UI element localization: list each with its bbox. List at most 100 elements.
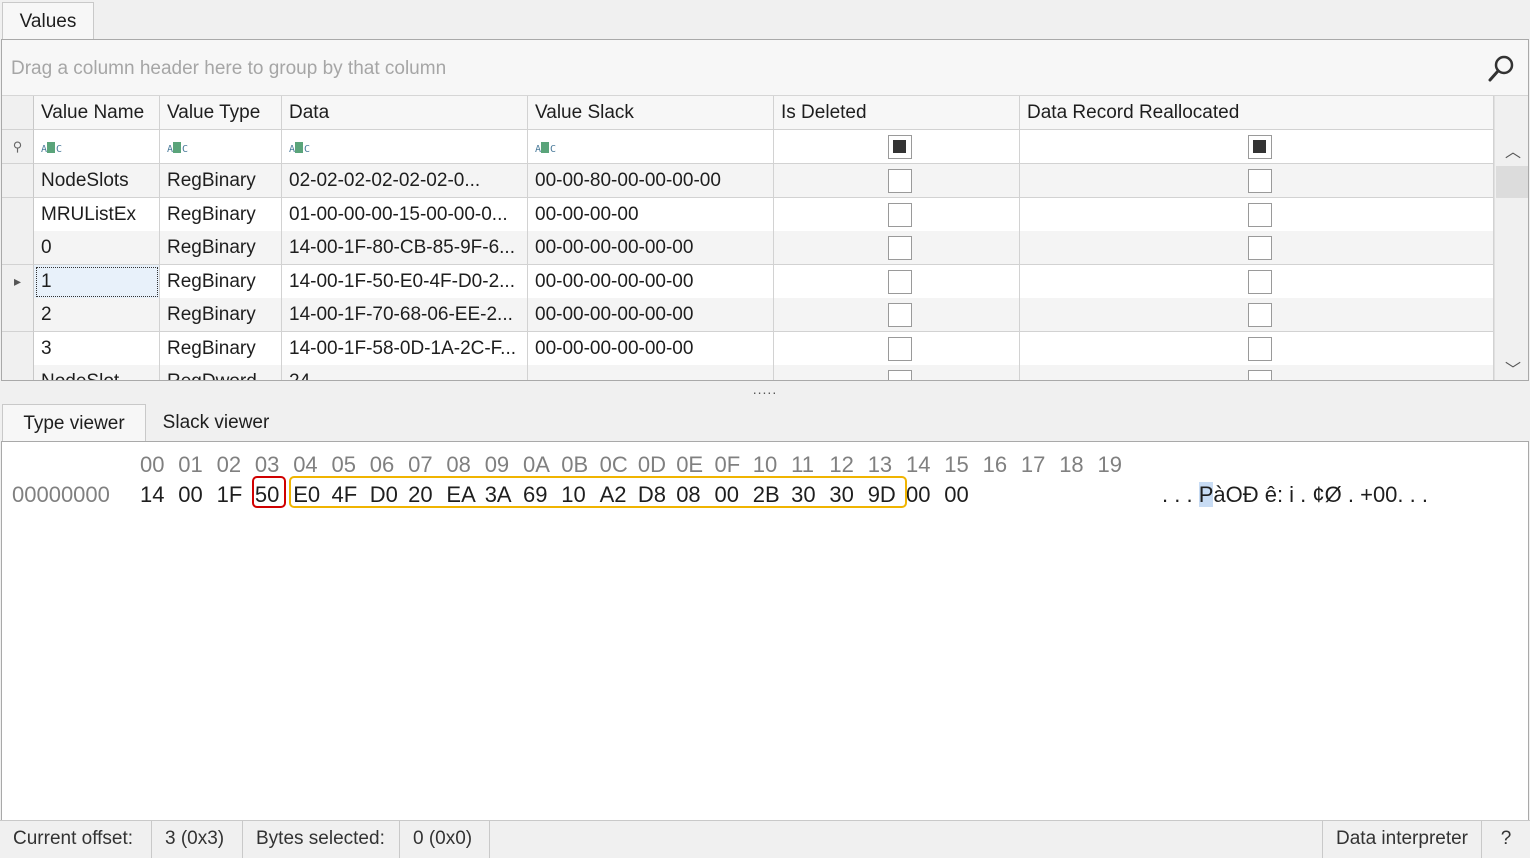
cell-value-slack[interactable]: 00-00-00-00 (528, 197, 774, 232)
cell-value-type[interactable]: RegBinary (160, 164, 282, 198)
grid-vertical-scrollbar[interactable]: ︿ ﹀ (1494, 96, 1528, 380)
bytes-selected-label: Bytes selected: (243, 821, 400, 858)
scroll-down-icon[interactable]: ﹀ (1505, 356, 1521, 380)
cell-value-type[interactable]: RegDword (160, 365, 282, 380)
reallocated-checkbox[interactable] (1248, 202, 1272, 227)
row-indicator[interactable]: ▸ (2, 264, 34, 299)
row-indicator[interactable] (2, 331, 34, 366)
cell-value-type[interactable]: RegBinary (160, 231, 282, 265)
filter-value-type[interactable]: AC (160, 130, 282, 164)
cell-data[interactable]: 14-00-1F-80-CB-85-9F-6... (282, 231, 528, 265)
data-interpreter-button[interactable]: Data interpreter (1322, 821, 1482, 858)
hex-column-header: 15 (944, 452, 969, 477)
column-header-data-record-reallocated[interactable]: Data Record Reallocated (1020, 96, 1494, 130)
search-icon[interactable] (1486, 54, 1516, 84)
cell-value-name[interactable]: NodeSlots (34, 164, 160, 198)
reallocated-checkbox[interactable] (1248, 303, 1272, 327)
cell-value-name[interactable]: MRUListEx (34, 197, 160, 232)
column-header-value-type[interactable]: Value Type (160, 96, 282, 130)
hex-byte[interactable]: 1F (217, 482, 243, 508)
cell-data[interactable]: 02-02-02-02-02-02-0... (282, 164, 528, 198)
hex-column-header: 0F (714, 452, 741, 477)
header-indicator (2, 96, 34, 130)
filter-is-deleted-checkbox[interactable] (888, 135, 912, 159)
is-deleted-checkbox[interactable] (888, 336, 912, 361)
is-deleted-checkbox[interactable] (888, 303, 912, 327)
cell-value-name[interactable]: 2 (34, 298, 160, 332)
row-indicator[interactable] (2, 365, 34, 380)
tab-type-viewer[interactable]: Type viewer (2, 404, 146, 442)
cell-data[interactable]: 14-00-1F-50-E0-4F-D0-2... (282, 264, 528, 299)
cell-value-name[interactable]: NodeSlot (34, 365, 160, 380)
filter-reallocated-checkbox[interactable] (1248, 135, 1272, 159)
cell-value-type[interactable]: RegBinary (160, 264, 282, 299)
cell-data[interactable]: 14-00-1F-58-0D-1A-2C-F... (282, 331, 528, 366)
reallocated-checkbox[interactable] (1248, 336, 1272, 361)
reallocated-checkbox[interactable] (1248, 169, 1272, 193)
cell-value-slack[interactable]: 00-00-80-00-00-00-00 (528, 164, 774, 198)
table-row[interactable]: 3 RegBinary 14-00-1F-58-0D-1A-2C-F... 00-00… (2, 331, 1494, 366)
is-deleted-checkbox[interactable] (888, 236, 912, 260)
row-indicator[interactable] (2, 197, 34, 232)
row-indicator[interactable] (2, 231, 34, 265)
table-row[interactable]: 2 RegBinary 14-00-1F-70-68-06-EE-2... 00-00… (2, 298, 1494, 332)
column-header-is-deleted[interactable]: Is Deleted (774, 96, 1020, 130)
table-row[interactable]: NodeSlots RegBinary 02-02-02-02-02-02-0...… (2, 164, 1494, 198)
filter-value-slack[interactable]: AC (528, 130, 774, 164)
hex-column-header: 09 (484, 452, 510, 477)
hex-byte[interactable]: 00 (944, 482, 968, 508)
column-header-data[interactable]: Data (282, 96, 528, 130)
table-row[interactable]: NodeSlotRegDword24 (2, 365, 1494, 380)
cell-data[interactable]: 24 (282, 365, 528, 380)
cell-value-type[interactable]: RegBinary (160, 331, 282, 366)
hex-byte[interactable]: 14 (140, 482, 164, 508)
table-row[interactable]: 0 RegBinary 14-00-1F-80-CB-85-9F-6... 00-00… (2, 231, 1494, 265)
scroll-up-icon[interactable]: ︿ (1505, 138, 1521, 162)
cell-value-slack[interactable] (528, 365, 774, 380)
reallocated-checkbox[interactable] (1248, 370, 1272, 380)
cell-value-slack[interactable]: 00-00-00-00-00-00 (528, 231, 774, 265)
cell-value-type[interactable]: RegBinary (160, 298, 282, 332)
hex-column-header: 11 (791, 452, 814, 477)
cell-is-deleted (774, 298, 1020, 332)
table-row[interactable]: MRUListEx RegBinary 01-00-00-00-15-00-00-0… (2, 197, 1494, 232)
filter-value-name[interactable]: AC (34, 130, 160, 164)
scrollbar-thumb[interactable] (1496, 166, 1528, 198)
help-button[interactable]: ? (1482, 821, 1530, 858)
hex-byte[interactable]: 00 (906, 482, 930, 508)
tab-values[interactable]: Values (2, 2, 94, 40)
ascii-panel[interactable]: . . . PàOÐ ê: i . ¢Ø . +00. . . (1162, 482, 1428, 508)
is-deleted-checkbox[interactable] (888, 269, 912, 294)
cell-value-slack[interactable]: 00-00-00-00-00-00 (528, 298, 774, 332)
cell-value-name[interactable]: 0 (34, 231, 160, 265)
cell-reallocated (1020, 365, 1494, 380)
is-deleted-checkbox[interactable] (888, 169, 912, 193)
cell-value-name[interactable]: 3 (34, 331, 160, 366)
is-deleted-checkbox[interactable] (888, 370, 912, 380)
cell-data[interactable]: 14-00-1F-70-68-06-EE-2... (282, 298, 528, 332)
column-header-value-slack[interactable]: Value Slack (528, 96, 774, 130)
hex-column-header: 00 (140, 452, 165, 477)
hex-column-header: 0B (561, 452, 589, 477)
filter-data[interactable]: AC (282, 130, 528, 164)
text-filter-icon: AC (289, 142, 310, 155)
cell-value-slack[interactable]: 00-00-00-00-00-00 (528, 331, 774, 366)
column-header-value-name[interactable]: Value Name (34, 96, 160, 130)
is-deleted-checkbox[interactable] (888, 202, 912, 227)
reallocated-checkbox[interactable] (1248, 269, 1272, 294)
cell-value-name[interactable]: 1 (34, 264, 160, 299)
tab-slack-viewer[interactable]: Slack viewer (146, 404, 286, 442)
splitter-handle[interactable]: ..... (0, 381, 1530, 403)
row-indicator[interactable] (2, 164, 34, 198)
cell-value-slack[interactable]: 00-00-00-00-00-00 (528, 264, 774, 299)
hex-column-header: 17 (1020, 452, 1046, 477)
table-row[interactable]: ▸ 1 RegBinary 14-00-1F-50-E0-4F-D0-2... 00-0… (2, 264, 1494, 299)
cell-data[interactable]: 01-00-00-00-15-00-00-0... (282, 197, 528, 232)
hex-byte[interactable]: 00 (178, 482, 202, 508)
hex-viewer[interactable]: 00 01 02 03 04 05 06 07 08 09 0A 0B 0C 0D 0E 0F 10 11 12 13… (1, 441, 1529, 821)
cell-is-deleted (774, 231, 1020, 265)
hex-column-header: 05 (331, 452, 356, 477)
reallocated-checkbox[interactable] (1248, 236, 1272, 260)
cell-value-type[interactable]: RegBinary (160, 197, 282, 232)
row-indicator[interactable] (2, 298, 34, 332)
